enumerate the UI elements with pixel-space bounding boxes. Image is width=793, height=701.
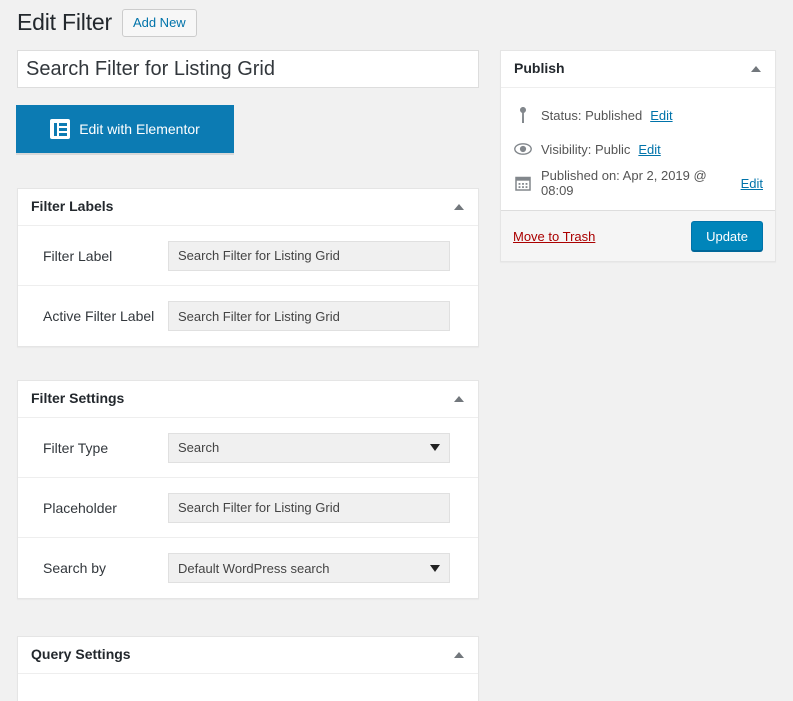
form-row: Search by Default WordPress search (18, 538, 478, 598)
search-by-value: Default WordPress search (178, 560, 330, 576)
calendar-icon (513, 175, 533, 191)
form-row: Active Filter Label (18, 286, 478, 346)
chevron-up-icon[interactable] (454, 396, 464, 402)
edit-with-elementor-button[interactable]: Edit with Elementor (16, 105, 234, 153)
field-control: Search (168, 432, 458, 463)
panel-publish-title: Publish (514, 60, 565, 77)
panel-filter-labels: Filter Labels Filter Label Active Filter… (17, 188, 479, 347)
panel-filter-settings-body: Filter Type Search Placeholder Search by (18, 418, 478, 598)
form-row: Filter Label (18, 226, 478, 286)
panel-publish: Publish Status: Published Edit Visibilit… (500, 50, 776, 262)
publish-date-row: Published on: Apr 2, 2019 @ 08:09 Edit (513, 166, 763, 200)
chevron-up-icon[interactable] (751, 66, 761, 72)
post-title-wrapper (17, 50, 479, 88)
field-control (168, 492, 458, 523)
field-control: Default WordPress search (168, 553, 458, 583)
edit-status-link[interactable]: Edit (650, 108, 672, 123)
publish-status-row: Status: Published Edit (513, 98, 763, 132)
panel-filter-settings-title: Filter Settings (31, 390, 125, 407)
edit-with-elementor-label: Edit with Elementor (79, 121, 200, 137)
panel-filter-settings-header[interactable]: Filter Settings (18, 381, 478, 418)
filter-label-input[interactable] (168, 240, 450, 271)
form-row: Placeholder (18, 478, 478, 538)
field-label: Placeholder (43, 499, 117, 516)
post-title-input[interactable] (17, 50, 479, 88)
publish-visibility-text: Visibility: Public (541, 141, 631, 157)
chevron-down-icon (430, 444, 440, 451)
panel-filter-labels-title: Filter Labels (31, 198, 114, 215)
publish-date-text: Published on: Apr 2, 2019 @ 08:09 (541, 168, 707, 198)
panel-filter-labels-header[interactable]: Filter Labels (18, 189, 478, 226)
active-filter-label-input[interactable] (168, 301, 450, 331)
panel-query-settings-header[interactable]: Query Settings (18, 637, 478, 674)
chevron-up-icon[interactable] (454, 652, 464, 658)
field-control (168, 240, 458, 271)
chevron-up-icon[interactable] (454, 204, 464, 210)
panel-query-settings-title: Query Settings (31, 646, 131, 663)
chevron-down-icon (430, 564, 440, 572)
update-button[interactable]: Update (691, 221, 763, 251)
page-title: Edit Filter (17, 9, 112, 35)
search-by-select[interactable]: Default WordPress search (168, 553, 450, 583)
field-label: Search by (43, 560, 107, 576)
publish-status-text: Status: Published (541, 107, 643, 123)
move-to-trash-link[interactable]: Move to Trash (513, 229, 595, 244)
panel-publish-footer: Move to Trash Update (501, 210, 775, 261)
eye-icon (513, 142, 533, 156)
wp-admin-edit-filter-screen: Edit Filter Add New Edit with Elementor … (0, 0, 793, 701)
panel-publish-header[interactable]: Publish (501, 51, 775, 88)
publish-visibility-row: Visibility: Public Edit (513, 132, 763, 166)
elementor-icon (50, 119, 71, 139)
form-row: Filter Type Search (18, 418, 478, 478)
edit-date-link[interactable]: Edit (741, 176, 763, 191)
panel-filter-labels-body: Filter Label Active Filter Label (18, 226, 478, 346)
field-label: Filter Type (43, 439, 109, 456)
field-label: Active Filter Label (43, 308, 155, 324)
panel-filter-settings: Filter Settings Filter Type Search Place… (17, 380, 479, 599)
panel-publish-body: Status: Published Edit Visibility: Publi… (501, 88, 775, 210)
field-control (168, 301, 458, 331)
filter-type-value: Search (178, 440, 220, 455)
pin-icon (513, 107, 533, 123)
panel-query-settings-body (18, 674, 478, 701)
filter-type-select[interactable]: Search (168, 432, 450, 463)
panel-query-settings: Query Settings (17, 636, 479, 701)
placeholder-input[interactable] (168, 492, 450, 523)
field-label: Filter Label (43, 247, 113, 264)
page-header: Edit Filter Add New (17, 8, 197, 37)
edit-visibility-link[interactable]: Edit (638, 142, 660, 157)
add-new-button[interactable]: Add New (121, 8, 197, 37)
